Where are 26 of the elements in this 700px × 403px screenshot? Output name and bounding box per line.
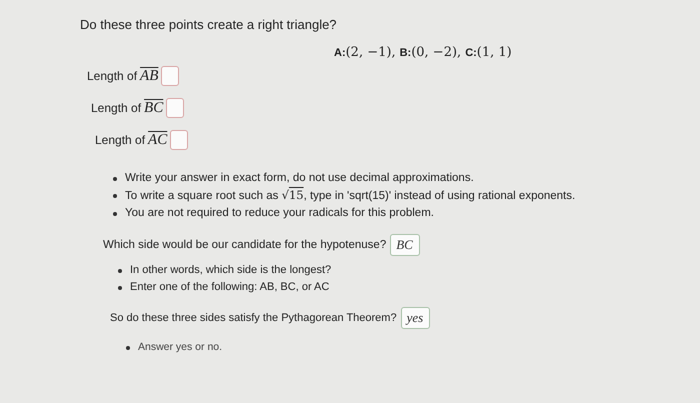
point-coordinates: (0, −2), [411, 45, 462, 60]
point-coordinates: (2, −1), [346, 45, 396, 60]
hint-text: Enter one of the following: AB, BC, or AC [130, 281, 330, 293]
hypotenuse-question: Which side would be our candidate for the hypotenuse? [103, 239, 386, 251]
answer-field[interactable] [166, 98, 184, 118]
instruction-text: You are not required to reduce your radicals for this problem. [125, 207, 434, 219]
hint-text: In other words, which side is the longest? [130, 264, 332, 276]
length-label: Length of [95, 133, 146, 147]
answer-field[interactable] [161, 66, 180, 86]
instruction-text: To write a square root such as √15, type in 'sqrt(15)' instead of using rational exponents. [125, 190, 576, 202]
pythagorean-question: So do these three sides satisfy the Pythagorean Theorem? [110, 312, 397, 324]
point-label: C: [465, 47, 477, 59]
question-text: Do these three points create a right triangle? [80, 17, 338, 32]
segment-name: BC [144, 100, 164, 116]
point-label: B: [400, 47, 412, 59]
point-coordinates: (1, 1) [476, 45, 512, 60]
answer-field[interactable] [170, 130, 188, 150]
instruction-text: Write your answer in exact form, do not use decimal approximations. [125, 172, 474, 184]
segment-name: AB [140, 68, 158, 84]
point-label: A: [334, 47, 346, 59]
hint-text: Answer yes or no. [138, 341, 222, 353]
answer-field[interactable]: yes [400, 307, 430, 329]
length-label: Length of [91, 101, 142, 115]
length-label: Length of [87, 69, 138, 83]
answer-field[interactable]: BC [390, 234, 420, 256]
segment-name: AC [148, 132, 168, 148]
